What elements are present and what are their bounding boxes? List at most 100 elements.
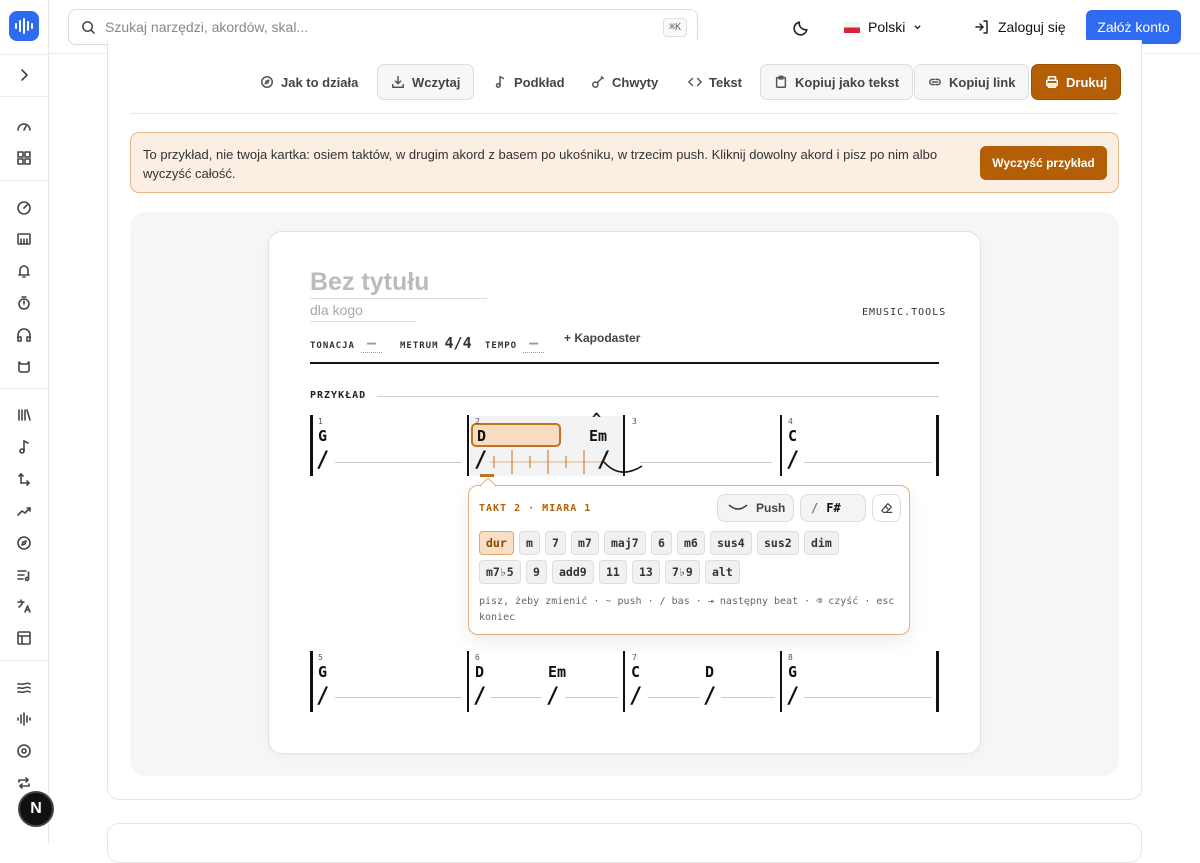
chord[interactable]: C — [631, 663, 640, 681]
grips-button[interactable]: Chwyty — [578, 64, 671, 100]
quality-chip[interactable]: sus2 — [757, 531, 799, 555]
beat-line — [491, 697, 541, 698]
quality-chip[interactable]: 7 — [545, 531, 566, 555]
load-button[interactable]: Wczytaj — [377, 64, 475, 100]
beat-line — [721, 697, 775, 698]
grips-label: Chwyty — [612, 74, 659, 90]
signup-button[interactable]: Załóż konto — [1086, 10, 1181, 44]
list-music-icon[interactable] — [15, 566, 33, 584]
text-button[interactable]: Tekst — [675, 64, 755, 100]
push-button[interactable]: Push — [717, 494, 794, 522]
quality-chip[interactable]: dim — [804, 531, 839, 555]
quality-chip[interactable]: 7♭9 — [665, 560, 700, 584]
quality-chip[interactable]: 9 — [526, 560, 547, 584]
beat-slash[interactable]: / — [703, 684, 716, 709]
app-logo[interactable] — [9, 11, 39, 41]
quality-chip[interactable]: alt — [705, 560, 740, 584]
beat-slash[interactable]: / — [786, 448, 799, 473]
chord[interactable]: D — [475, 663, 484, 681]
timer-icon[interactable] — [15, 294, 33, 312]
waveform-icon[interactable] — [15, 710, 33, 728]
compass-icon[interactable] — [15, 534, 33, 552]
quality-chip[interactable]: 11 — [599, 560, 627, 584]
quality-chip[interactable]: 13 — [632, 560, 660, 584]
quality-chip[interactable]: m — [519, 531, 540, 555]
note-icon[interactable] — [15, 438, 33, 456]
library-icon[interactable] — [15, 406, 33, 424]
clipboard-icon — [775, 75, 787, 88]
grid-icon[interactable] — [15, 149, 33, 167]
copy-link-button[interactable]: Kopiuj link — [914, 64, 1030, 100]
bass-value[interactable]: F# — [826, 501, 840, 515]
beat-slash[interactable]: / — [786, 684, 799, 709]
beat-slash[interactable]: / — [629, 684, 642, 709]
print-label: Drukuj — [1066, 74, 1108, 90]
chord[interactable]: Em — [589, 427, 607, 445]
chord[interactable]: D — [477, 427, 486, 445]
quality-chip[interactable]: 6 — [651, 531, 672, 555]
quality-chip[interactable]: m7♭5 — [479, 560, 521, 584]
table-icon[interactable] — [15, 629, 33, 647]
trend-icon[interactable] — [15, 502, 33, 520]
beat-slash[interactable]: / — [473, 684, 486, 709]
sidebar — [0, 0, 49, 844]
tempo-field[interactable]: TEMPO — — [485, 334, 545, 353]
circle-icon[interactable] — [15, 742, 33, 760]
copy-text-button[interactable]: Kopiuj jako tekst — [760, 64, 914, 100]
sheet-subtitle[interactable]: dla kogo — [310, 302, 416, 322]
notice-text: To przykład, nie twoja kartka: osiem tak… — [143, 147, 938, 181]
waves-icon[interactable] — [15, 678, 33, 696]
keyboard-hint: pisz, żeby zmienić · ~ push · / bas · ⇥ … — [479, 596, 895, 623]
quality-chip[interactable]: dur — [479, 531, 514, 555]
translate-icon[interactable] — [15, 597, 33, 615]
clear-example-button[interactable]: Wyczyść przykład — [980, 146, 1107, 180]
brand-label: EMUSIC.TOOLS — [862, 307, 947, 318]
language-label: Polski — [868, 19, 906, 35]
chord[interactable]: C — [788, 427, 797, 445]
quality-chip[interactable]: sus4 — [710, 531, 752, 555]
meter-field[interactable]: METRUM 4/4 — [400, 334, 472, 352]
quality-chip[interactable]: m7 — [571, 531, 599, 555]
search-input[interactable] — [105, 10, 645, 44]
quality-chip[interactable]: maj7 — [604, 531, 646, 555]
key-value[interactable]: — — [360, 334, 382, 353]
printer-icon — [1046, 76, 1058, 88]
chord[interactable]: G — [318, 427, 327, 445]
key-field[interactable]: TONACJA — — [310, 334, 382, 353]
chord[interactable]: G — [788, 663, 797, 681]
cat-icon[interactable] — [15, 357, 33, 375]
beat-slash[interactable]: / — [316, 448, 329, 473]
how-it-works-button[interactable]: Jak to działa — [247, 64, 371, 100]
tempo-value[interactable]: — — [523, 334, 545, 353]
eraser-button[interactable] — [872, 494, 901, 522]
secondary-card — [107, 823, 1142, 863]
chord-editor-popover: TAKT 2 · MIARA 1 Push / F# dur m 7 m7 maj7 6 m… — [468, 485, 910, 635]
beat-slash[interactable]: / — [546, 684, 559, 709]
chord[interactable]: D — [705, 663, 714, 681]
bell-icon[interactable] — [15, 262, 33, 280]
quality-chip[interactable]: add9 — [552, 560, 594, 584]
piano-icon[interactable] — [15, 230, 33, 248]
user-badge[interactable]: N — [18, 791, 54, 827]
bass-field[interactable]: / F# — [800, 494, 866, 522]
loop-icon[interactable] — [15, 774, 33, 792]
beat-line — [565, 697, 618, 698]
quality-chip[interactable]: m6 — [677, 531, 705, 555]
chord[interactable]: G — [318, 663, 327, 681]
meter-value[interactable]: 4/4 — [445, 334, 472, 352]
metronome-icon[interactable] — [15, 199, 33, 217]
expand-icon[interactable] — [15, 66, 33, 84]
backing-button[interactable]: Podkład — [480, 64, 578, 100]
download-icon — [392, 76, 404, 88]
dashboard-icon[interactable] — [15, 118, 33, 136]
beat-slash[interactable]: / — [474, 448, 487, 473]
capo-button[interactable]: + Kapodaster — [564, 331, 640, 345]
transpose-icon[interactable] — [15, 470, 33, 488]
print-button[interactable]: Drukuj — [1031, 64, 1122, 100]
beat-slash[interactable]: / — [316, 684, 329, 709]
barline — [467, 415, 469, 476]
push-label: Push — [756, 501, 786, 515]
sheet-title[interactable]: Bez tytułu — [310, 268, 487, 299]
headphones-icon[interactable] — [15, 326, 33, 344]
chord[interactable]: Em — [548, 663, 566, 681]
